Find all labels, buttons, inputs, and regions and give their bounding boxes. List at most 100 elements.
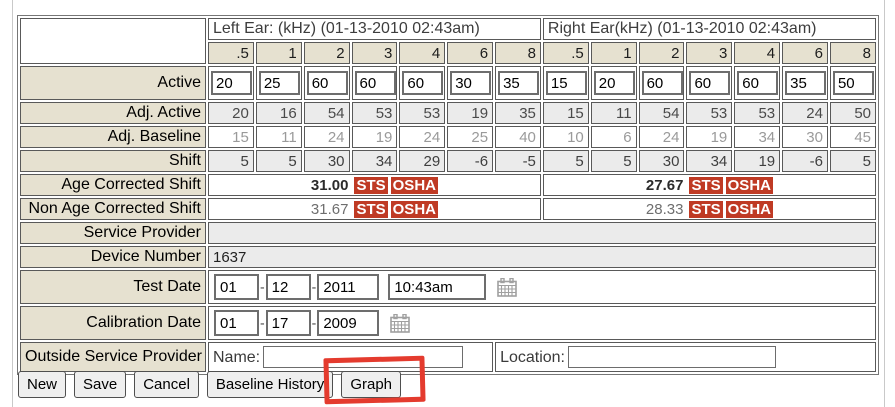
freq-header-cell: 2 (639, 42, 685, 64)
adj-active-value-cell: 53 (734, 102, 780, 124)
active-value-cell (256, 66, 302, 100)
active-threshold-input[interactable] (785, 71, 826, 95)
sts-badge: STS (689, 177, 722, 194)
frame-border-left (12, 0, 13, 407)
non-age-corrected-right-cell: 28.33STSOSHA (543, 198, 876, 220)
new-button[interactable]: New (18, 371, 66, 398)
active-threshold-input[interactable] (211, 71, 252, 95)
adj-active-value-cell: 53 (686, 102, 732, 124)
adj-active-value-cell: 19 (447, 102, 493, 124)
adj-active-value-cell: 53 (352, 102, 398, 124)
active-row-label: Active (20, 66, 206, 100)
adj-active-value-cell: 16 (256, 102, 302, 124)
active-value-cell (399, 66, 445, 100)
shift-value-cell: -5 (495, 150, 541, 172)
freq-header-cell: 6 (447, 42, 493, 64)
calendar-icon[interactable] (497, 278, 517, 297)
age-corrected-left-value: 31.00 (311, 177, 349, 194)
calibration-day-input[interactable] (266, 310, 311, 336)
freq-header-cell: .5 (543, 42, 589, 64)
active-value-cell (352, 66, 398, 100)
adj-baseline-value-cell: 19 (352, 126, 398, 148)
action-button-row: New Save Cancel Baseline History Graph (18, 371, 401, 398)
adj-baseline-value-cell: 6 (591, 126, 637, 148)
adj-baseline-value-cell: 25 (447, 126, 493, 148)
active-threshold-input[interactable] (689, 71, 730, 95)
active-threshold-input[interactable] (737, 71, 778, 95)
adj-active-value-cell: 15 (543, 102, 589, 124)
osha-badge: OSHA (726, 201, 773, 218)
outside-provider-location-cell: Location: (495, 342, 876, 372)
device-number-label: Device Number (20, 246, 206, 268)
adj-baseline-value-cell: 19 (686, 126, 732, 148)
adj-active-value-cell: 54 (304, 102, 350, 124)
adj-baseline-value-cell: 24 (399, 126, 445, 148)
freq-header-cell: 3 (686, 42, 732, 64)
active-threshold-input[interactable] (450, 71, 491, 95)
test-time-input[interactable] (388, 274, 486, 300)
adj-active-value-cell: 24 (782, 102, 828, 124)
shift-value-cell: 5 (256, 150, 302, 172)
adj-active-value-cell: 35 (495, 102, 541, 124)
row-calibration-date: Calibration Date -- (20, 306, 876, 340)
graph-button[interactable]: Graph (341, 371, 401, 398)
location-label: Location: (500, 349, 565, 366)
shift-value-cell: 34 (352, 150, 398, 172)
active-value-cell (782, 66, 828, 100)
non-age-corrected-shift-label: Non Age Corrected Shift (20, 198, 206, 220)
active-threshold-input[interactable] (642, 71, 683, 95)
non-age-corrected-left-cell: 31.67STSOSHA (208, 198, 541, 220)
shift-row-label: Shift (20, 150, 206, 172)
adj-baseline-value-cell: 34 (734, 126, 780, 148)
adj-baseline-value-cell: 40 (495, 126, 541, 148)
freq-header-cell: 1 (256, 42, 302, 64)
active-threshold-input[interactable] (307, 71, 348, 95)
service-provider-value (208, 222, 876, 244)
test-date-cell: -- (208, 270, 876, 304)
adj-active-value-cell: 50 (830, 102, 876, 124)
adj-active-value-cell: 53 (399, 102, 445, 124)
calendar-icon[interactable] (390, 314, 410, 333)
adj-active-value-cell: 11 (591, 102, 637, 124)
active-threshold-input[interactable] (259, 71, 300, 95)
outside-provider-name-input[interactable] (263, 346, 463, 368)
test-date-month-input[interactable] (214, 274, 259, 300)
service-provider-label: Service Provider (20, 222, 206, 244)
age-corrected-right-cell: 27.67 STSOSHA (543, 174, 876, 196)
date-separator: - (260, 315, 265, 331)
frame-border-right (884, 0, 885, 407)
freq-header-cell: 8 (495, 42, 541, 64)
baseline-history-button[interactable]: Baseline History (207, 371, 333, 398)
device-number-value: 1637 (208, 246, 876, 268)
freq-header-cell: 2 (304, 42, 350, 64)
active-threshold-input[interactable] (546, 71, 587, 95)
active-threshold-input[interactable] (498, 71, 539, 95)
cancel-button[interactable]: Cancel (134, 371, 199, 398)
active-value-cell (734, 66, 780, 100)
adj-baseline-value-cell: 10 (543, 126, 589, 148)
active-threshold-input[interactable] (355, 71, 396, 95)
sts-badge: STS (354, 201, 387, 218)
shift-value-cell: -6 (782, 150, 828, 172)
test-date-year-input[interactable] (317, 274, 379, 300)
calibration-year-input[interactable] (317, 310, 379, 336)
test-date-day-input[interactable] (266, 274, 311, 300)
shift-value-cell: 5 (543, 150, 589, 172)
shift-value-cell: 29 (399, 150, 445, 172)
freq-header-cell: 4 (399, 42, 445, 64)
row-adj-active: Adj. Active 2016545353193515115453532450 (20, 102, 876, 124)
osha-badge: OSHA (726, 177, 773, 194)
freq-header-cell: 8 (830, 42, 876, 64)
freq-header-cell: 3 (352, 42, 398, 64)
age-corrected-right-value: 27.67 (646, 177, 684, 194)
save-button[interactable]: Save (74, 371, 126, 398)
outside-provider-location-input[interactable] (568, 346, 776, 368)
calibration-month-input[interactable] (214, 310, 259, 336)
sts-badge: STS (354, 177, 387, 194)
active-threshold-input[interactable] (594, 71, 635, 95)
osha-badge: OSHA (391, 177, 438, 194)
row-device-number: Device Number 1637 (20, 246, 876, 268)
active-threshold-input[interactable] (402, 71, 443, 95)
active-threshold-input[interactable] (833, 71, 874, 95)
adj-baseline-value-cell: 24 (639, 126, 685, 148)
